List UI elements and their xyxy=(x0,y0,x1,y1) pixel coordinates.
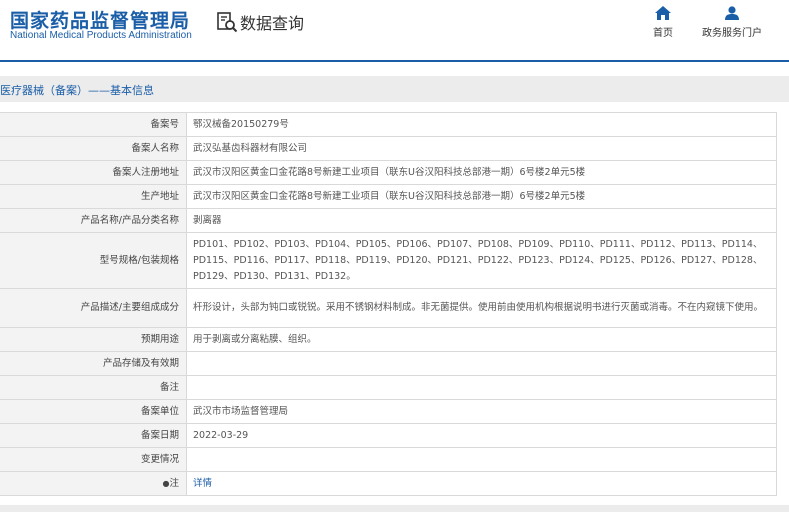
details-link[interactable]: 详情 xyxy=(193,478,212,489)
table-row: 备案人名称 武汉弘基齿科器材有限公司 xyxy=(0,136,777,161)
nav-home-label: 首页 xyxy=(653,28,673,39)
field-value: 武汉市汉阳区黄金口金花路8号新建工业项目（联东U谷汉阳科技总部港一期）6号楼2单… xyxy=(186,160,777,185)
table-row: 产品描述/主要组成成分 杆形设计，头部为钝口或锐锐。采用不锈钢材料制成。非无菌提… xyxy=(0,288,777,328)
field-value: 武汉市市场监督管理局 xyxy=(186,399,777,424)
field-label: 产品存储及有效期 xyxy=(0,351,187,376)
field-label: 备案单位 xyxy=(0,399,187,424)
field-label: 变更情况 xyxy=(0,447,187,472)
field-label: 备案人名称 xyxy=(0,136,187,161)
note-value-cell: 详情 xyxy=(186,471,777,496)
field-value: 武汉市汉阳区黄金口金花路8号新建工业项目（联东U谷汉阳科技总部港一期）6号楼2单… xyxy=(186,184,777,209)
field-label: 备案号 xyxy=(0,112,187,137)
field-label: 备案日期 xyxy=(0,423,187,448)
table-row: ●注 详情 xyxy=(0,471,777,496)
data-query-heading: 数据查询 xyxy=(216,10,304,34)
field-value: 武汉弘基齿科器材有限公司 xyxy=(186,136,777,161)
nav-government-service-portal[interactable]: 政务服务门户 xyxy=(700,6,764,39)
nav-home[interactable]: 首页 xyxy=(648,6,678,39)
nav-portal-label: 政务服务门户 xyxy=(702,28,762,39)
field-value: 杆形设计，头部为钝口或锐锐。采用不锈钢材料制成。非无菌提供。使用前由使用机构根据… xyxy=(186,288,777,328)
field-label: 备案人注册地址 xyxy=(0,160,187,185)
field-label: 产品描述/主要组成成分 xyxy=(0,288,187,328)
table-row: 型号规格/包装规格 PD101、PD102、PD103、PD104、PD105、… xyxy=(0,232,777,289)
table-row: 生产地址 武汉市汉阳区黄金口金花路8号新建工业项目（联东U谷汉阳科技总部港一期）… xyxy=(0,184,777,209)
logo-subtitle: National Medical Products Administration xyxy=(10,30,192,41)
field-label: 预期用途 xyxy=(0,327,187,352)
logo-title[interactable]: 国家药品监督管理局 xyxy=(10,6,190,33)
field-value xyxy=(186,447,777,472)
field-label: 生产地址 xyxy=(0,184,187,209)
field-value: 鄂汉械备20150279号 xyxy=(186,112,777,137)
site-header: 国家药品监督管理局 National Medical Products Admi… xyxy=(0,0,789,62)
table-row: 产品存储及有效期 xyxy=(0,351,777,376)
data-query-label: 数据查询 xyxy=(240,14,305,33)
record-detail-table: 备案号 鄂汉械备20150279号 备案人名称 武汉弘基齿科器材有限公司 备案人… xyxy=(0,112,777,496)
table-row: 产品名称/产品分类名称 剥离器 xyxy=(0,208,777,233)
field-label: 型号规格/包装规格 xyxy=(0,232,187,289)
table-row: 备案号 鄂汉械备20150279号 xyxy=(0,112,777,137)
field-value xyxy=(186,375,777,400)
table-row: 变更情况 xyxy=(0,447,777,472)
table-row: 备案人注册地址 武汉市汉阳区黄金口金花路8号新建工业项目（联东U谷汉阳科技总部港… xyxy=(0,160,777,185)
document-search-icon xyxy=(217,12,238,33)
table-row: 备注 xyxy=(0,375,777,400)
field-label: 产品名称/产品分类名称 xyxy=(0,208,187,233)
home-icon xyxy=(655,6,671,20)
breadcrumb: 医疗器械（备案）——基本信息 xyxy=(0,84,154,97)
note-label: 注 xyxy=(169,477,179,489)
table-row: 备案日期 2022-03-29 xyxy=(0,423,777,448)
field-value: 2022-03-29 xyxy=(186,423,777,448)
field-value xyxy=(186,351,777,376)
field-value: 用于剥离或分离粘膜、组织。 xyxy=(186,327,777,352)
field-value: 剥离器 xyxy=(186,208,777,233)
breadcrumb-bar: 医疗器械（备案）——基本信息 xyxy=(0,76,789,102)
note-label-cell: ●注 xyxy=(0,471,187,496)
field-value: PD101、PD102、PD103、PD104、PD105、PD106、PD10… xyxy=(186,232,777,289)
field-label: 备注 xyxy=(0,375,187,400)
table-row: 备案单位 武汉市市场监督管理局 xyxy=(0,399,777,424)
footer-bar xyxy=(0,505,789,512)
table-row: 预期用途 用于剥离或分离粘膜、组织。 xyxy=(0,327,777,352)
user-icon xyxy=(725,6,739,20)
